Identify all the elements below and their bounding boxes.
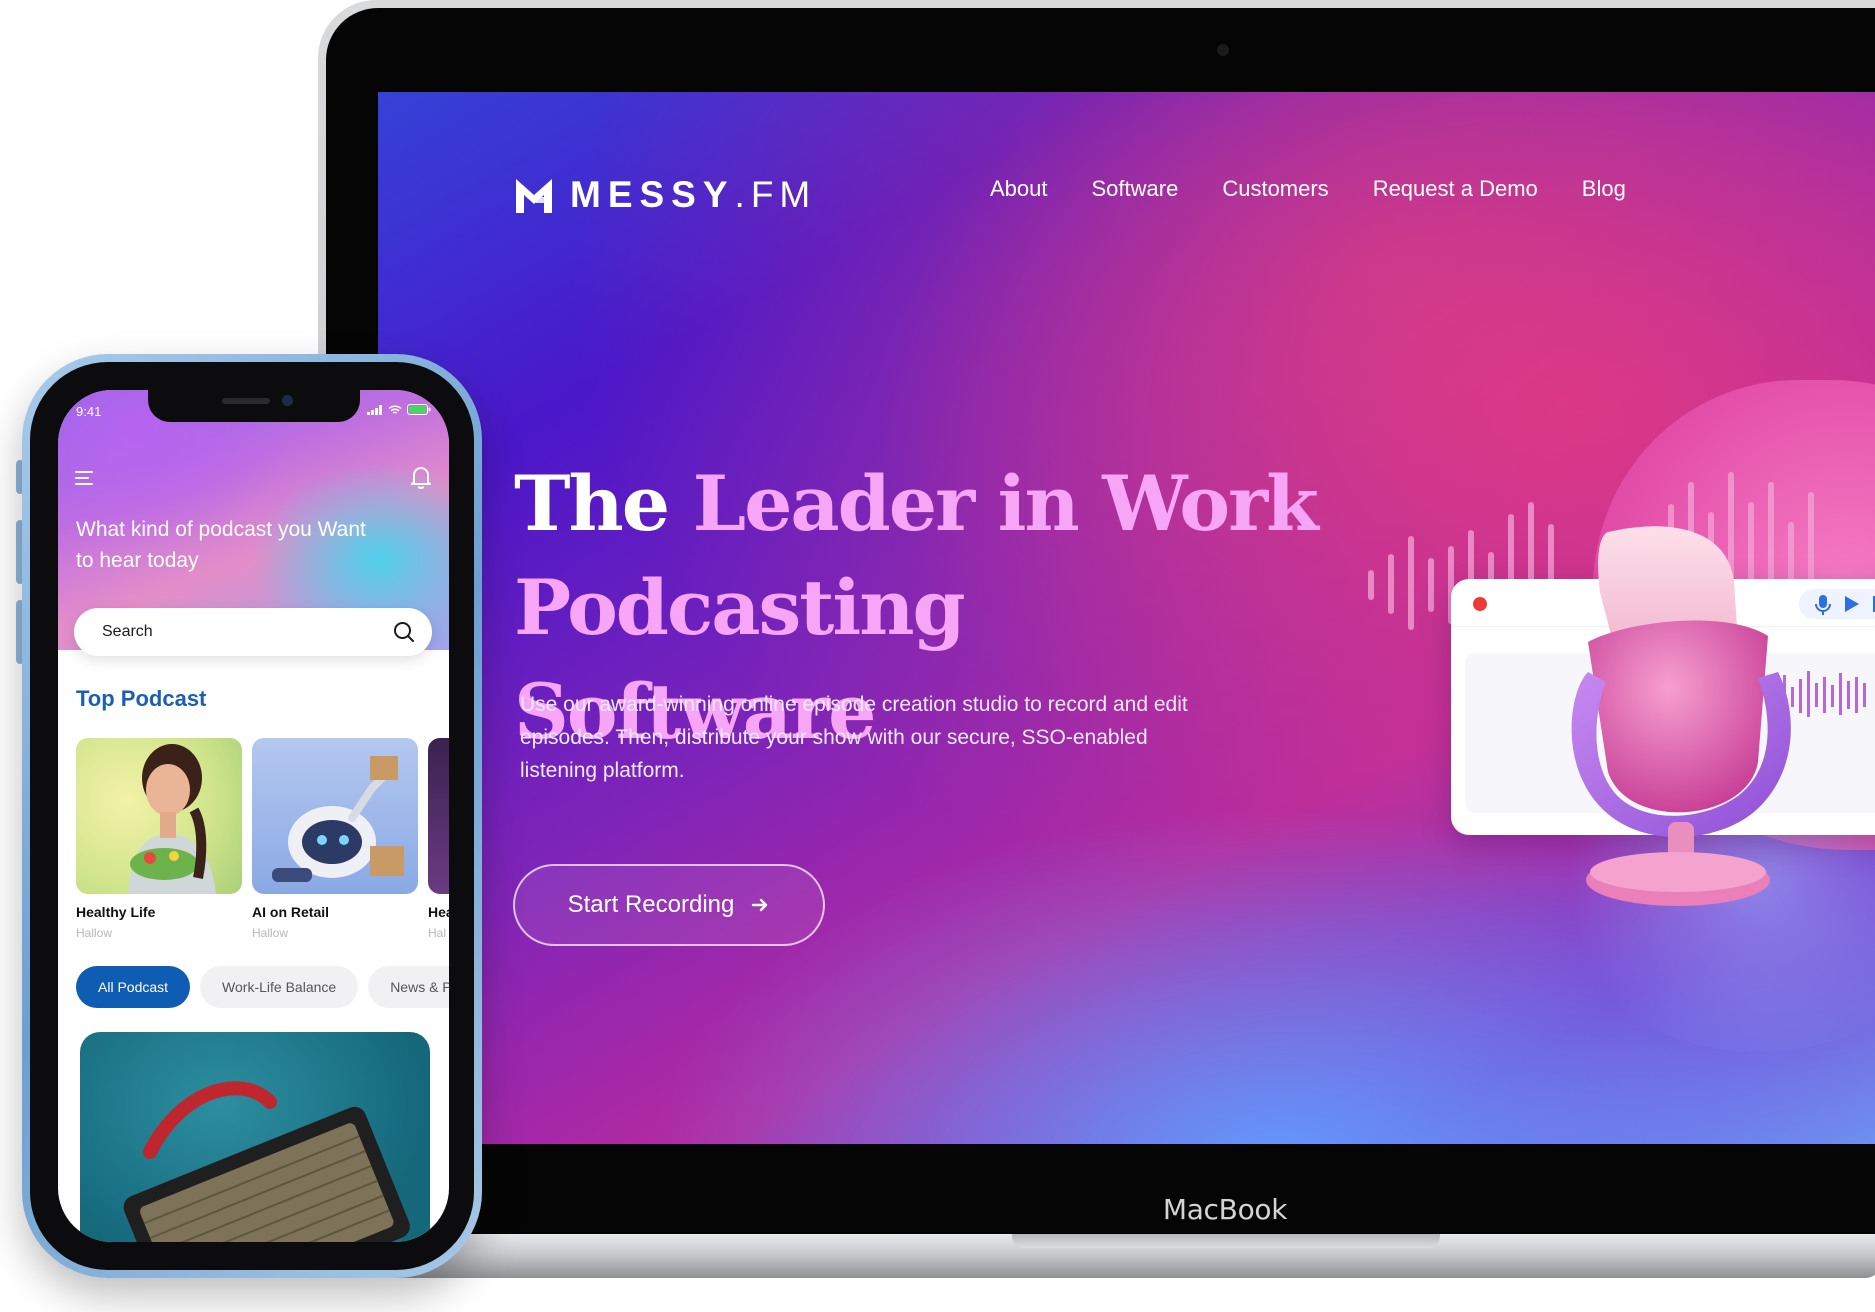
speaker-photo-icon bbox=[123, 1081, 410, 1242]
phone-screen: 9:41 What kind of podcast you Want to he… bbox=[58, 390, 449, 1242]
logo-suffix: .FM bbox=[734, 174, 817, 215]
laptop-notch bbox=[1012, 1234, 1440, 1248]
featured-podcast-image[interactable] bbox=[80, 1032, 430, 1242]
hero-description: Use our award-winning online episode cre… bbox=[520, 693, 1188, 782]
podcast-card[interactable]: Healthy Life Hallow bbox=[76, 738, 242, 940]
play-icon bbox=[1845, 596, 1859, 612]
start-recording-label: Start Recording bbox=[567, 891, 735, 918]
battery-icon bbox=[407, 404, 431, 415]
site-logo[interactable]: MESSY.FM bbox=[514, 174, 816, 216]
status-time: 9:41 bbox=[76, 404, 102, 419]
podcast-title: Hea bbox=[428, 904, 449, 920]
nav-about[interactable]: About bbox=[990, 176, 1048, 202]
podcast-author: Hal bbox=[428, 926, 447, 940]
podcast-thumbnail bbox=[252, 738, 418, 894]
podcast-thumbnail bbox=[428, 738, 449, 894]
category-chips: All Podcast Work-Life Balance News & Po bbox=[76, 966, 449, 1008]
hero-title-highlight: Leader in Work bbox=[692, 459, 1319, 548]
phone-speaker bbox=[222, 398, 270, 404]
phone-headline: What kind of podcast you Want to hear to… bbox=[76, 518, 366, 572]
search-placeholder: Search bbox=[102, 623, 153, 640]
podcast-card[interactable]: AI on Retail Hallow bbox=[252, 738, 418, 940]
nav-request-demo[interactable]: Request a Demo bbox=[1373, 176, 1538, 202]
bell-icon[interactable] bbox=[409, 464, 433, 490]
phone-camera bbox=[282, 395, 293, 406]
section-title-top-podcast: Top Podcast bbox=[76, 686, 207, 711]
logo-mark-icon bbox=[516, 179, 552, 213]
signal-icon bbox=[367, 404, 382, 415]
nav-blog[interactable]: Blog bbox=[1582, 176, 1626, 202]
laptop-brand-label: MacBook bbox=[1162, 1193, 1288, 1226]
podcast-card[interactable]: Hea Hal bbox=[428, 738, 449, 940]
robot-photo-icon bbox=[272, 756, 404, 882]
microphone-illustration bbox=[1571, 526, 1791, 906]
hero-title-plain: The bbox=[514, 459, 693, 548]
podcast-title: Healthy Life bbox=[76, 904, 156, 920]
nav-customers[interactable]: Customers bbox=[1222, 176, 1328, 202]
chip-news[interactable]: News & Po bbox=[368, 966, 449, 1008]
logo-brand: MESSY bbox=[570, 174, 735, 215]
search-icon[interactable] bbox=[392, 620, 416, 644]
chip-work-life-balance[interactable]: Work-Life Balance bbox=[200, 966, 359, 1008]
wifi-icon bbox=[388, 404, 402, 414]
status-icons bbox=[367, 404, 431, 415]
main-nav: About Software Customers Request a Demo … bbox=[990, 176, 1875, 202]
podcast-title: AI on Retail bbox=[252, 904, 330, 920]
chip-all-podcast[interactable]: All Podcast bbox=[76, 966, 191, 1008]
website-screen: MESSY.FM About Software Customers Reques… bbox=[378, 92, 1875, 1144]
arrow-right-icon bbox=[752, 898, 768, 912]
phone-notch bbox=[148, 390, 360, 422]
laptop-camera bbox=[1217, 44, 1229, 56]
start-recording-button[interactable]: Start Recording bbox=[513, 864, 825, 946]
podcast-thumbnail bbox=[76, 738, 242, 894]
podcast-author: Hallow bbox=[76, 926, 113, 940]
nav-software[interactable]: Software bbox=[1092, 176, 1179, 202]
menu-icon[interactable] bbox=[74, 468, 96, 488]
pause-icon bbox=[1873, 596, 1875, 612]
healthy-woman-photo-icon bbox=[128, 744, 216, 894]
logo-text: MESSY.FM bbox=[570, 174, 816, 216]
podcast-author: Hallow bbox=[252, 926, 289, 940]
search-input[interactable]: Search bbox=[74, 608, 432, 656]
